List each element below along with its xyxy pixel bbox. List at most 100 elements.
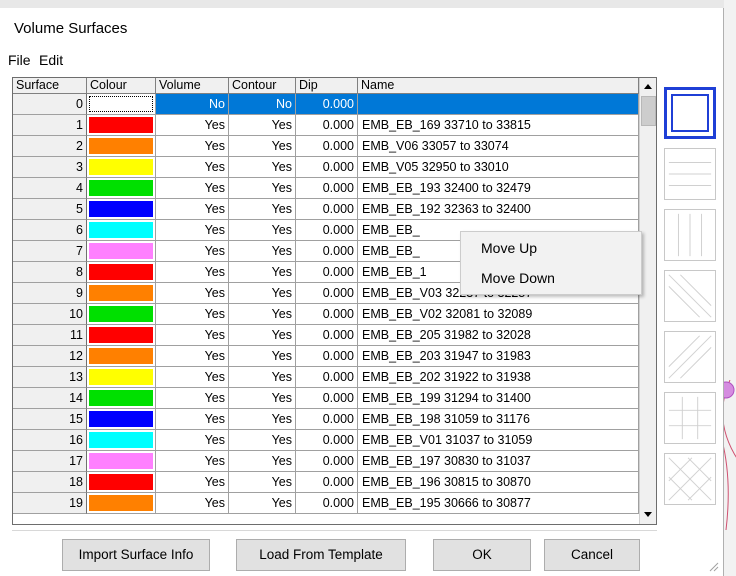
colour-cell[interactable] (87, 472, 156, 493)
colour-swatch[interactable] (89, 348, 153, 364)
contour-cell[interactable]: Yes (229, 157, 296, 178)
header-colour[interactable]: Colour (87, 78, 156, 94)
contour-cell[interactable]: No (229, 94, 296, 115)
surface-cell[interactable]: 11 (13, 325, 87, 346)
table-row[interactable]: 14 Yes Yes 0.000 EMB_EB_199 31294 to 31400 (13, 388, 639, 409)
contour-cell[interactable]: Yes (229, 220, 296, 241)
surface-cell[interactable]: 6 (13, 220, 87, 241)
table-row[interactable]: 10 Yes Yes 0.000 EMB_EB_V02 32081 to 32089 (13, 304, 639, 325)
scroll-thumb[interactable] (641, 96, 656, 126)
colour-swatch[interactable] (89, 201, 153, 217)
surface-cell[interactable]: 16 (13, 430, 87, 451)
colour-cell[interactable] (87, 262, 156, 283)
volume-cell[interactable]: Yes (156, 220, 229, 241)
colour-cell[interactable] (87, 283, 156, 304)
dip-cell[interactable]: 0.000 (296, 220, 358, 241)
table-row[interactable]: 18 Yes Yes 0.000 EMB_EB_196 30815 to 30870 (13, 472, 639, 493)
dip-cell[interactable]: 0.000 (296, 388, 358, 409)
surface-cell[interactable]: 14 (13, 388, 87, 409)
dip-cell[interactable]: 0.000 (296, 115, 358, 136)
header-volume[interactable]: Volume (156, 78, 229, 94)
contour-cell[interactable]: Yes (229, 430, 296, 451)
colour-swatch[interactable] (89, 369, 153, 385)
name-cell[interactable]: EMB_EB_195 30666 to 30877 (358, 493, 639, 514)
load-from-template-button[interactable]: Load From Template (236, 539, 406, 571)
dip-cell[interactable]: 0.000 (296, 346, 358, 367)
table-row[interactable]: 11 Yes Yes 0.000 EMB_EB_205 31982 to 32028 (13, 325, 639, 346)
resize-grip-icon[interactable] (707, 560, 719, 572)
pattern-diagonal-down-icon[interactable] (664, 270, 716, 322)
colour-swatch[interactable] (89, 453, 153, 469)
colour-cell[interactable] (87, 178, 156, 199)
colour-swatch[interactable] (89, 264, 153, 280)
table-row[interactable]: 3 Yes Yes 0.000 EMB_V05 32950 to 33010 (13, 157, 639, 178)
volume-cell[interactable]: Yes (156, 472, 229, 493)
table-row[interactable]: 4 Yes Yes 0.000 EMB_EB_193 32400 to 32479 (13, 178, 639, 199)
volume-cell[interactable]: Yes (156, 451, 229, 472)
contour-cell[interactable]: Yes (229, 199, 296, 220)
volume-cell[interactable]: No (156, 94, 229, 115)
pattern-grid-icon[interactable] (664, 392, 716, 444)
surface-cell[interactable]: 2 (13, 136, 87, 157)
volume-cell[interactable]: Yes (156, 430, 229, 451)
name-cell[interactable]: EMB_EB_V02 32081 to 32089 (358, 304, 639, 325)
name-cell[interactable]: EMB_EB_199 31294 to 31400 (358, 388, 639, 409)
surface-cell[interactable]: 3 (13, 157, 87, 178)
table-row[interactable]: 12 Yes Yes 0.000 EMB_EB_203 31947 to 31983 (13, 346, 639, 367)
colour-swatch[interactable] (89, 390, 153, 406)
volume-cell[interactable]: Yes (156, 157, 229, 178)
name-cell[interactable]: EMB_V05 32950 to 33010 (358, 157, 639, 178)
colour-swatch[interactable] (89, 138, 153, 154)
scroll-down-button[interactable] (640, 506, 656, 523)
pattern-vertical-lines-icon[interactable] (664, 209, 716, 261)
pattern-diagonal-up-icon[interactable] (664, 331, 716, 383)
contour-cell[interactable]: Yes (229, 388, 296, 409)
colour-cell[interactable] (87, 241, 156, 262)
dip-cell[interactable]: 0.000 (296, 451, 358, 472)
contour-cell[interactable]: Yes (229, 409, 296, 430)
surface-cell[interactable]: 1 (13, 115, 87, 136)
surface-cell[interactable]: 18 (13, 472, 87, 493)
colour-swatch[interactable] (89, 222, 153, 238)
dip-cell[interactable]: 0.000 (296, 283, 358, 304)
volume-cell[interactable]: Yes (156, 136, 229, 157)
volume-cell[interactable]: Yes (156, 115, 229, 136)
colour-swatch[interactable] (89, 474, 153, 490)
name-cell[interactable]: EMB_EB_V01 31037 to 31059 (358, 430, 639, 451)
contour-cell[interactable]: Yes (229, 178, 296, 199)
dip-cell[interactable]: 0.000 (296, 472, 358, 493)
colour-cell[interactable] (87, 388, 156, 409)
name-cell[interactable]: EMB_EB_197 30830 to 31037 (358, 451, 639, 472)
volume-cell[interactable]: Yes (156, 388, 229, 409)
volume-cell[interactable]: Yes (156, 178, 229, 199)
dip-cell[interactable]: 0.000 (296, 430, 358, 451)
colour-cell[interactable] (87, 451, 156, 472)
colour-swatch[interactable] (89, 159, 153, 175)
contour-cell[interactable]: Yes (229, 115, 296, 136)
colour-swatch[interactable] (89, 495, 153, 511)
surface-cell[interactable]: 4 (13, 178, 87, 199)
name-cell[interactable]: EMB_V06 33057 to 33074 (358, 136, 639, 157)
table-row[interactable]: 5 Yes Yes 0.000 EMB_EB_192 32363 to 32400 (13, 199, 639, 220)
colour-cell[interactable] (87, 367, 156, 388)
colour-swatch[interactable] (89, 285, 153, 301)
surface-cell[interactable]: 15 (13, 409, 87, 430)
name-cell[interactable]: EMB_EB_196 30815 to 30870 (358, 472, 639, 493)
name-cell[interactable]: EMB_EB_193 32400 to 32479 (358, 178, 639, 199)
header-name[interactable]: Name (358, 78, 639, 94)
dip-cell[interactable]: 0.000 (296, 157, 358, 178)
dip-cell[interactable]: 0.000 (296, 493, 358, 514)
surface-cell[interactable]: 5 (13, 199, 87, 220)
colour-swatch[interactable] (89, 327, 153, 343)
scroll-up-button[interactable] (640, 78, 656, 95)
header-surface[interactable]: Surface (13, 78, 87, 94)
contour-cell[interactable]: Yes (229, 325, 296, 346)
name-cell[interactable]: EMB_EB_198 31059 to 31176 (358, 409, 639, 430)
volume-cell[interactable]: Yes (156, 199, 229, 220)
volume-cell[interactable]: Yes (156, 325, 229, 346)
dip-cell[interactable]: 0.000 (296, 136, 358, 157)
contour-cell[interactable]: Yes (229, 283, 296, 304)
colour-cell[interactable] (87, 430, 156, 451)
colour-swatch[interactable] (89, 432, 153, 448)
surface-cell[interactable]: 8 (13, 262, 87, 283)
